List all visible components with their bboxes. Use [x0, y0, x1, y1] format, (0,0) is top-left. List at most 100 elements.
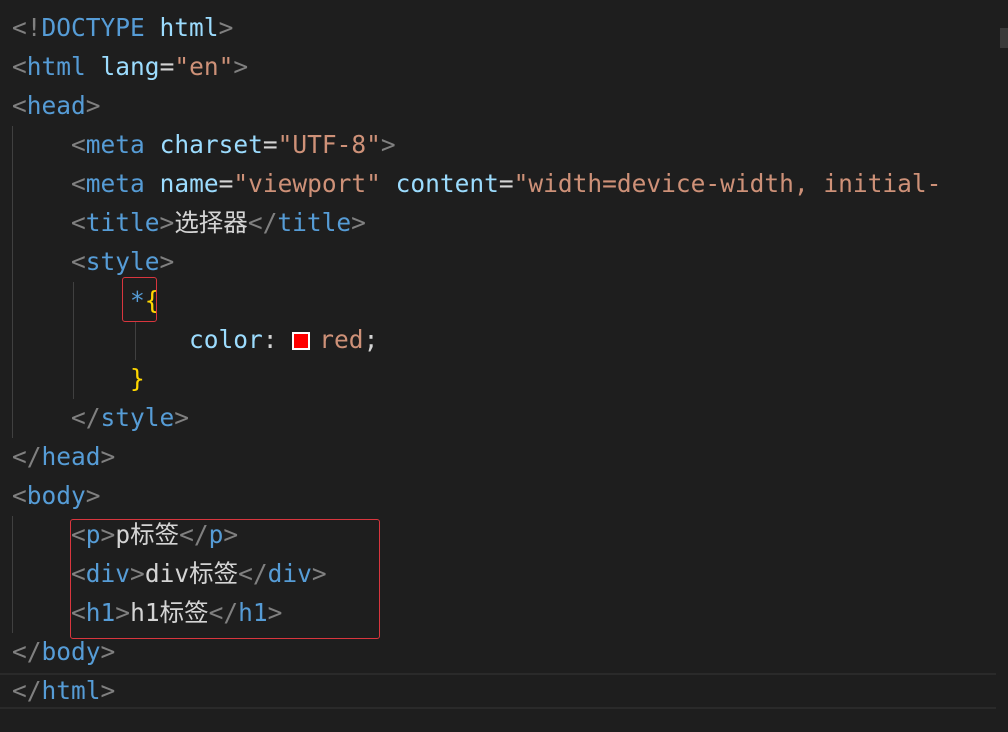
code-token: > — [218, 13, 234, 42]
code-token: { — [144, 286, 160, 315]
code-token: < — [71, 208, 86, 237]
code-token: ; — [363, 325, 379, 354]
code-token: > — [311, 559, 327, 588]
code-token: style — [100, 403, 175, 432]
code-token: </ — [238, 559, 268, 588]
code-line[interactable]: </head> — [12, 438, 115, 476]
code-token: "viewport" — [233, 169, 381, 198]
code-token: lang — [100, 52, 160, 81]
code-token: > — [85, 481, 101, 510]
code-token: = — [498, 169, 514, 198]
color-swatch[interactable] — [292, 332, 311, 350]
code-token: < — [12, 481, 27, 510]
code-line[interactable]: </html> — [12, 672, 115, 710]
code-token: > — [223, 520, 239, 549]
code-token: > — [100, 520, 116, 549]
code-token: > — [130, 559, 145, 588]
code-token: body — [41, 637, 101, 666]
scrollbar-marker[interactable] — [1000, 28, 1008, 48]
code-token: html — [26, 52, 86, 81]
code-token: p标签 — [115, 520, 180, 549]
code-line[interactable]: <p>p标签</p> — [12, 516, 238, 554]
code-token: DOCTYPE — [41, 13, 145, 42]
code-token: * — [130, 286, 145, 315]
code-editor[interactable]: <!DOCTYPE html> <html lang="en"> <head> <m… — [0, 0, 1008, 732]
code-line[interactable]: *{ — [12, 282, 160, 320]
code-token: > — [351, 208, 366, 237]
code-token: < — [71, 520, 86, 549]
code-line[interactable]: color: red; — [12, 321, 378, 359]
code-token: "en" — [174, 52, 234, 81]
code-token: = — [262, 130, 278, 159]
code-line[interactable]: <meta name="viewport" content="width=dev… — [12, 165, 941, 203]
code-token: </ — [71, 403, 101, 432]
code-token: > — [159, 208, 175, 237]
code-token: > — [233, 52, 249, 81]
code-token: h1 — [238, 598, 268, 627]
code-line[interactable]: <meta charset="UTF-8"> — [12, 126, 396, 164]
code-token: 选择器 — [174, 208, 248, 237]
code-token: < — [71, 247, 86, 276]
code-token: red — [319, 325, 364, 354]
code-token: < — [12, 52, 27, 81]
code-line[interactable]: <body> — [12, 477, 101, 515]
code-token: > — [100, 637, 116, 666]
code-token: <! — [12, 13, 42, 42]
code-token: h1标签 — [130, 598, 209, 627]
code-token: style — [85, 247, 160, 276]
code-token: div — [85, 559, 131, 588]
code-token: > — [159, 247, 175, 276]
code-token: < — [71, 598, 86, 627]
code-token: > — [115, 598, 131, 627]
code-token: > — [174, 403, 190, 432]
code-token: = — [159, 52, 175, 81]
code-token: </ — [12, 637, 42, 666]
code-line[interactable]: <html lang="en"> — [12, 48, 248, 86]
code-token: charset — [159, 130, 263, 159]
code-token: > — [100, 442, 116, 471]
code-token: </ — [179, 520, 209, 549]
code-token: </ — [12, 442, 42, 471]
code-token: meta — [85, 169, 145, 198]
code-line[interactable]: } — [12, 360, 145, 398]
code-token: : — [262, 325, 293, 354]
code-token: p — [208, 520, 224, 549]
code-token: h1 — [85, 598, 116, 627]
code-line[interactable]: <style> — [12, 243, 174, 281]
code-token: > — [100, 676, 116, 705]
code-token: = — [218, 169, 234, 198]
code-token: title — [85, 208, 160, 237]
code-line[interactable]: </style> — [12, 399, 189, 437]
code-line[interactable]: <!DOCTYPE html> — [12, 9, 233, 47]
code-line[interactable]: <title>选择器</title> — [12, 204, 366, 242]
code-token: html — [159, 13, 219, 42]
code-token: < — [71, 130, 86, 159]
code-line[interactable]: <head> — [12, 87, 101, 125]
code-token: } — [130, 364, 145, 393]
code-token: > — [380, 130, 396, 159]
code-token: > — [267, 598, 283, 627]
code-token: < — [71, 169, 86, 198]
code-token: > — [85, 91, 101, 120]
code-line[interactable]: </body> — [12, 633, 115, 671]
code-token: "UTF-8" — [277, 130, 381, 159]
code-line[interactable]: <div>div标签</div> — [12, 555, 327, 593]
code-token: content — [395, 169, 499, 198]
code-line[interactable]: <h1>h1标签</h1> — [12, 594, 282, 632]
code-token: </ — [12, 676, 42, 705]
code-token: body — [26, 481, 86, 510]
code-token: title — [277, 208, 352, 237]
